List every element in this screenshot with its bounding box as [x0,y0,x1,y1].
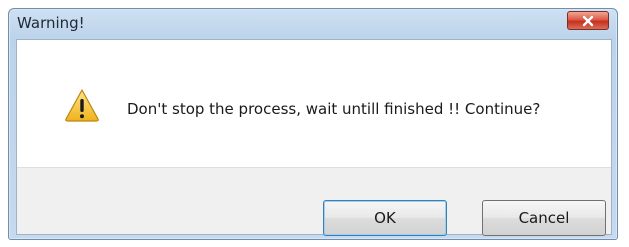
close-icon [582,15,594,26]
dialog-message: Don't stop the process, wait untill fini… [127,100,541,118]
cancel-button[interactable]: Cancel [482,200,606,236]
close-button[interactable] [567,11,609,30]
button-bar: OK Cancel [17,167,611,236]
dialog-body: Don't stop the process, wait untill fini… [16,39,612,236]
ok-button[interactable]: OK [323,200,447,236]
title-bar[interactable]: Warning! [9,9,617,39]
dialog-window: Warning! Don't stop the process, wait un… [8,8,618,240]
window-title: Warning! [17,14,85,32]
message-area: Don't stop the process, wait untill fini… [17,40,611,167]
warning-triangle-icon [65,89,99,122]
